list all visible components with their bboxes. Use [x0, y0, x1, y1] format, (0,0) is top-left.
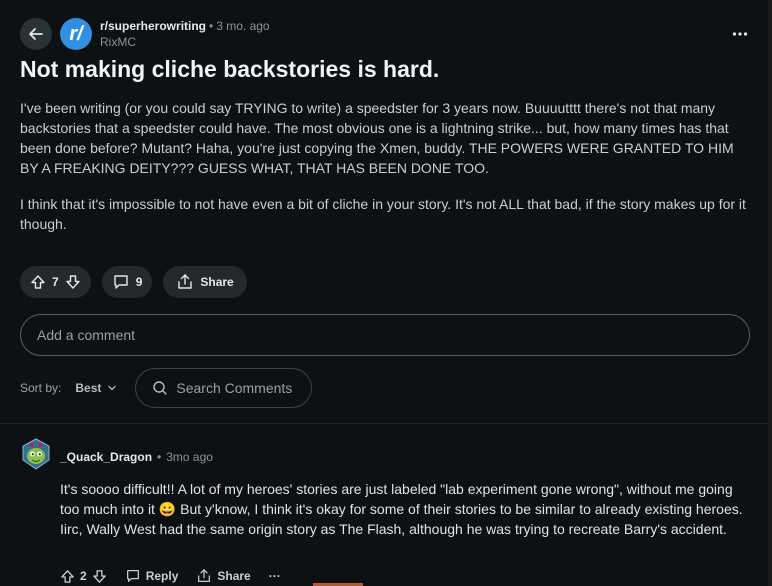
sort-bar: Sort by: Best Search Comments: [20, 368, 313, 408]
vote-count: 7: [52, 275, 59, 289]
post-paragraph: I've been writing (or you could say TRYI…: [20, 100, 734, 176]
comment-text: It's soooo difficult!! A lot of my heroe…: [60, 481, 743, 537]
separator-dot: •: [157, 450, 162, 464]
reply-button[interactable]: Reply: [125, 568, 179, 584]
comment-share-button[interactable]: Share: [196, 568, 251, 584]
more-options-button[interactable]: [726, 22, 754, 46]
comment-bubble-icon: [126, 570, 139, 582]
post-actions: 7 9 Share: [20, 266, 247, 298]
search-comments-placeholder: Search Comments: [176, 380, 293, 396]
comment-meta: _Quack_Dragon • 3mo ago: [60, 450, 213, 464]
post-page: r/ r/superherowriting • 3 mo. ago RixMC No…: [0, 0, 772, 586]
post-paragraph: I think that it's impossible to not have…: [20, 196, 746, 232]
share-label: Share: [200, 275, 234, 289]
post-title: Not making cliche backstories is hard.: [20, 56, 440, 82]
vote-pill: 7: [20, 266, 91, 298]
upvote-icon[interactable]: [60, 569, 75, 584]
back-button[interactable]: [20, 18, 52, 50]
share-icon: [178, 274, 193, 289]
add-comment-placeholder: Add a comment: [37, 327, 136, 343]
comment-count: 9: [135, 275, 143, 289]
subreddit-link[interactable]: r/superherowriting: [100, 19, 206, 33]
sort-value: Best: [75, 381, 102, 395]
post-age: 3 mo. ago: [216, 19, 270, 33]
section-divider: [0, 423, 768, 424]
add-comment-input[interactable]: Add a comment: [20, 314, 750, 356]
downvote-icon[interactable]: [92, 569, 107, 584]
downvote-icon[interactable]: [65, 274, 81, 290]
search-comments-input[interactable]: Search Comments: [135, 368, 313, 408]
comments-button[interactable]: 9: [101, 266, 153, 298]
comment-more-button[interactable]: ···: [269, 569, 281, 583]
post-header: r/ r/superherowriting • 3 mo. ago RixMC: [20, 18, 270, 50]
subreddit-avatar[interactable]: r/: [60, 18, 92, 50]
share-button[interactable]: Share: [163, 266, 247, 298]
commenter-avatar[interactable]: [21, 438, 51, 470]
snoo-avatar-icon: [22, 438, 50, 470]
more-dots-icon: [732, 32, 748, 36]
comment-actions: 2 Reply Share ···: [60, 568, 299, 584]
comment-more-label: ···: [268, 569, 281, 583]
comment-vote: 2: [60, 569, 107, 584]
reply-label: Reply: [145, 569, 179, 583]
chevron-down-icon: [108, 385, 117, 391]
sort-label: Sort by:: [20, 381, 62, 395]
comment-vote-count: 2: [80, 569, 87, 583]
comment-share-label: Share: [217, 569, 251, 583]
post-body: I've been writing (or you could say TRYI…: [20, 98, 750, 250]
post-meta: r/superherowriting • 3 mo. ago RixMC: [100, 18, 270, 50]
search-icon: [153, 381, 168, 395]
share-icon: [198, 569, 211, 582]
arrow-left-icon: [29, 28, 43, 40]
upvote-icon[interactable]: [30, 274, 46, 290]
comment-bubble-icon: [113, 275, 128, 289]
post-author[interactable]: RixMC: [100, 34, 270, 50]
comment-age: 3mo ago: [166, 450, 213, 464]
separator-dot: •: [209, 19, 214, 33]
sort-dropdown[interactable]: Best: [75, 381, 117, 395]
comment-author[interactable]: _Quack_Dragon: [60, 450, 152, 464]
